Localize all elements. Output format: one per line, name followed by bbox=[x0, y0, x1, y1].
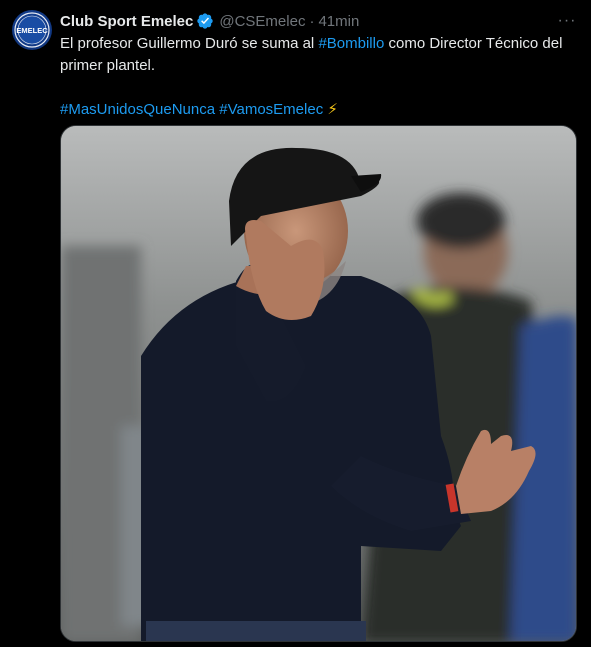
text-segment: El profesor Guillermo Duró se suma al bbox=[60, 35, 319, 52]
avatar[interactable]: EMELEC bbox=[12, 10, 52, 50]
tweet-hashtags-line: #MasUnidosQueNunca #VamosEmelec ⚡ bbox=[60, 99, 580, 121]
author-name[interactable]: Club Sport Emelec bbox=[60, 13, 193, 30]
hashtag-link[interactable]: #VamosEmelec bbox=[219, 101, 323, 118]
hashtag-link[interactable]: #MasUnidosQueNunca bbox=[60, 101, 215, 118]
lightning-emoji-icon: ⚡ bbox=[327, 101, 338, 118]
tweet-text: El profesor Guillermo Duró se suma al #B… bbox=[60, 33, 580, 121]
timestamp[interactable]: 41min bbox=[318, 13, 359, 30]
club-crest-icon: EMELEC bbox=[14, 12, 50, 48]
tweet-card[interactable]: EMELEC Club Sport Emelec @CSEmelec · 41m… bbox=[0, 0, 591, 647]
tweet-header: Club Sport Emelec @CSEmelec · 41min ··· bbox=[60, 11, 579, 31]
verified-badge-icon bbox=[196, 12, 214, 30]
more-options-icon[interactable]: ··· bbox=[555, 9, 579, 33]
tweet-media-photo[interactable] bbox=[60, 125, 577, 642]
coach-photo bbox=[61, 126, 576, 641]
separator-dot: · bbox=[309, 12, 315, 30]
author-handle[interactable]: @CSEmelec bbox=[219, 13, 305, 30]
hashtag-link[interactable]: #Bombillo bbox=[318, 35, 384, 52]
svg-text:EMELEC: EMELEC bbox=[16, 26, 48, 35]
tweet-text-paragraph: El profesor Guillermo Duró se suma al #B… bbox=[60, 33, 580, 77]
